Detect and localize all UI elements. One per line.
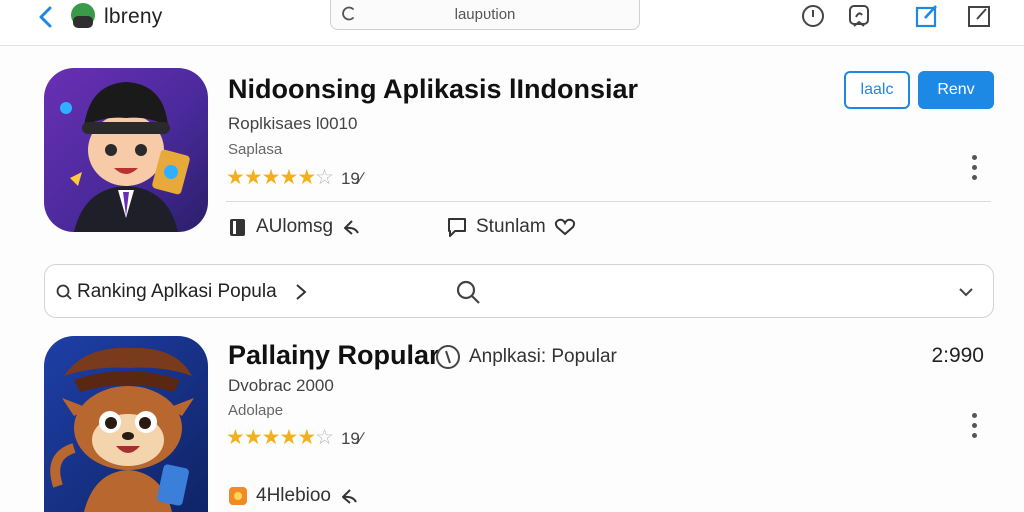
app-icon-1[interactable] — [44, 68, 208, 232]
empty-star-icon: ☆ — [315, 166, 334, 189]
action-right-1[interactable]: Stunlam — [446, 216, 576, 238]
heart-icon — [554, 218, 575, 236]
chevron-down-icon[interactable] — [957, 283, 975, 301]
app-badge-icon — [229, 487, 247, 505]
rating-count-1: 19∕ — [340, 169, 363, 188]
brand-name: lbreny — [104, 5, 163, 28]
primary-button-1[interactable]: Renv — [918, 71, 994, 109]
book-icon — [230, 219, 245, 236]
app-category-1: Saplasa — [228, 141, 283, 158]
popular-badge: Anplkasi: Popular — [435, 344, 617, 370]
reply-icon — [344, 220, 359, 235]
ranking-label: Ranking Aplkasi Popula — [77, 281, 277, 302]
app-title-1[interactable]: Nidoonsing Aplikasis lIndonsiar — [228, 74, 638, 105]
half-star-icon: ★ — [297, 426, 316, 449]
app-icon-2[interactable] — [44, 336, 208, 512]
comment-icon — [448, 218, 466, 237]
divider — [226, 201, 991, 202]
action-left-label: AUlomsg — [256, 216, 334, 237]
share-icon[interactable] — [846, 3, 872, 29]
app-logo-icon — [71, 3, 95, 28]
secondary-button-1[interactable]: laalc — [844, 71, 910, 109]
top-bar: lbreny laupᴜtion — [0, 0, 1024, 46]
search-small-icon — [56, 284, 72, 300]
action-left-2[interactable]: 4Hlebioo — [228, 485, 359, 507]
empty-star-icon: ☆ — [315, 426, 334, 449]
star-icon: ★★★★ — [226, 166, 298, 189]
ranking-link[interactable]: Ranking Aplkasi Popula — [55, 281, 309, 303]
more-options-icon[interactable] — [970, 413, 978, 441]
edit-icon[interactable] — [914, 3, 940, 29]
user-badge-icon — [436, 345, 460, 369]
chevron-right-icon — [295, 284, 307, 300]
rating-count-2: 19∕ — [340, 429, 363, 448]
rating-stars-2: ★★★★★☆ 19∕ — [226, 425, 363, 450]
app-subtitle-2: Dvobrac 2000 — [228, 376, 334, 395]
compose-icon[interactable] — [966, 3, 992, 29]
more-options-icon[interactable] — [970, 155, 978, 183]
ranking-bar[interactable]: Ranking Aplkasi Popula — [44, 264, 994, 318]
app-category-2: Adolape — [228, 402, 284, 419]
search-input[interactable]: laupᴜtion — [330, 0, 640, 30]
app-subtitle-1: Roplkisaes l0010 — [228, 114, 358, 133]
rating-stars-1: ★★★★★☆ 19∕ — [226, 165, 363, 190]
action-left-1[interactable]: AUlomsg — [228, 216, 361, 238]
reply-icon — [342, 489, 357, 504]
action-left-label-2: 4Hlebioo — [256, 485, 331, 506]
half-star-icon: ★ — [297, 166, 316, 189]
cartoon-character-icon — [44, 68, 208, 232]
info-icon[interactable] — [800, 3, 826, 29]
app-price-2: 2:990 — [931, 344, 984, 367]
star-icon: ★★★★ — [226, 426, 298, 449]
cartoon-raccoon-icon — [44, 336, 208, 512]
action-right-label: Stunlam — [476, 216, 546, 237]
app-title-2[interactable]: Pallaiηy Ropular — [228, 340, 440, 371]
search-icon[interactable] — [455, 279, 481, 305]
search-text: laupᴜtion — [454, 6, 516, 23]
back-arrow-icon[interactable] — [36, 6, 58, 28]
popular-badge-text: Anplkasi: Popular — [469, 346, 617, 367]
